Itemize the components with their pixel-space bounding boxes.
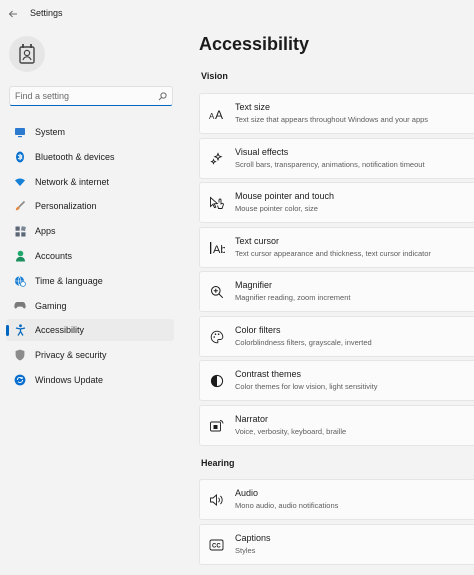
text-cursor-icon: Ab (209, 241, 225, 255)
settings-card-narrator[interactable]: Narrator Voice, verbosity, keyboard, bra… (199, 405, 474, 446)
window-title: Settings (30, 8, 63, 18)
title-bar: Settings (0, 0, 474, 28)
captions-icon: CC (209, 538, 225, 552)
settings-card-visual-effects[interactable]: Visual effects Scroll bars, transparency… (199, 138, 474, 179)
sidebar-item-label: System (35, 127, 66, 137)
sidebar-item-label: Accessibility (35, 325, 85, 336)
brush-icon (14, 200, 26, 212)
contrast-icon (209, 374, 225, 388)
apps-icon (14, 225, 26, 237)
magnifier-icon (209, 285, 225, 299)
card-title: Captions (235, 533, 271, 543)
sidebar-item-personalization[interactable]: Personalization (6, 195, 174, 217)
bluetooth-icon (14, 151, 26, 163)
back-arrow-icon (8, 10, 17, 18)
card-title: Mouse pointer and touch (235, 191, 335, 201)
update-icon (14, 374, 26, 386)
sidebar-item-label: Accounts (35, 250, 73, 261)
narrator-icon (209, 419, 225, 433)
svg-text:CC: CC (212, 544, 221, 550)
text-size-icon: AA (209, 107, 225, 121)
wifi-icon (14, 176, 26, 188)
search-box[interactable] (9, 86, 173, 106)
page-title: Accessibility (199, 34, 310, 54)
card-title: Audio (235, 488, 259, 498)
accessibility-icon (14, 324, 26, 337)
card-description: Magnifier reading, zoom increment (235, 293, 351, 302)
sidebar-item-label: Windows Update (35, 374, 104, 385)
settings-card-captions[interactable]: CC Captions Styles (199, 524, 474, 565)
palette-icon (209, 330, 225, 344)
sidebar-item-label: Bluetooth & devices (35, 151, 115, 162)
sidebar-item-accounts[interactable]: Accounts (6, 245, 174, 267)
sidebar-item-label: Network & internet (35, 176, 110, 187)
monitor-icon (14, 126, 26, 138)
section-header-hearing: Hearing (201, 458, 235, 468)
settings-card-mouse-pointer[interactable]: Mouse pointer and touch Mouse pointer co… (199, 182, 474, 223)
sidebar-item-bluetooth[interactable]: Bluetooth & devices (6, 146, 174, 168)
sidebar-item-label: Time & language (35, 275, 103, 286)
sparkle-icon (209, 152, 225, 166)
card-title: Text size (235, 102, 271, 112)
search-input[interactable] (15, 91, 157, 101)
sidebar-item-windows-update[interactable]: Windows Update (6, 369, 174, 391)
card-description: Mouse pointer color, size (235, 204, 318, 213)
sidebar-item-label: Privacy & security (35, 350, 107, 361)
sidebar-item-time-language[interactable]: Time & language (6, 270, 174, 292)
svg-text:A: A (215, 108, 223, 120)
sidebar-item-privacy[interactable]: Privacy & security (6, 344, 174, 366)
settings-card-text-cursor[interactable]: Ab Text cursor Text cursor appearance an… (199, 227, 474, 268)
sidebar-item-gaming[interactable]: Gaming (6, 295, 174, 317)
card-description: Scroll bars, transparency, animations, n… (235, 160, 425, 169)
settings-card-text-size[interactable]: AA Text size Text size that appears thro… (199, 93, 474, 134)
sidebar-item-apps[interactable]: Apps (6, 220, 174, 242)
avatar[interactable] (9, 36, 45, 72)
globe-clock-icon (14, 275, 26, 287)
card-title: Visual effects (235, 147, 289, 157)
shield-icon (14, 349, 26, 361)
card-description: Text size that appears throughout Window… (235, 115, 429, 124)
sidebar-nav: System Bluetooth & devices Network & int… (6, 121, 174, 394)
card-title: Contrast themes (235, 369, 302, 379)
settings-card-contrast-themes[interactable]: Contrast themes Color themes for low vis… (199, 360, 474, 401)
card-description: Mono audio, audio notifications (235, 501, 339, 510)
search-icon[interactable] (157, 91, 167, 101)
card-title: Magnifier (235, 280, 273, 290)
card-description: Color themes for low vision, light sensi… (235, 382, 378, 391)
card-description: Text cursor appearance and thickness, te… (235, 249, 431, 258)
sidebar-item-label: Apps (35, 226, 56, 237)
back-button[interactable] (6, 7, 20, 21)
settings-card-magnifier[interactable]: Magnifier Magnifier reading, zoom increm… (199, 271, 474, 312)
sidebar-item-label: Personalization (35, 201, 97, 212)
sidebar-item-system[interactable]: System (6, 121, 174, 143)
settings-card-color-filters[interactable]: Color filters Colorblindness filters, gr… (199, 316, 474, 357)
svg-text:Ab: Ab (213, 244, 225, 255)
person-icon (14, 250, 26, 262)
card-description: Voice, verbosity, keyboard, braille (235, 427, 347, 436)
section-header-vision: Vision (201, 71, 228, 81)
card-title: Text cursor (235, 236, 280, 246)
speaker-icon (209, 493, 225, 507)
pointer-icon (209, 196, 225, 210)
settings-card-audio[interactable]: Audio Mono audio, audio notifications (199, 479, 474, 520)
card-title: Narrator (235, 414, 269, 424)
card-description: Colorblindness filters, grayscale, inver… (235, 338, 372, 347)
card-description: Styles (235, 546, 256, 555)
badge-person-icon (19, 44, 35, 64)
card-title: Color filters (235, 325, 281, 335)
sidebar-item-label: Gaming (35, 300, 67, 311)
sidebar-item-accessibility[interactable]: Accessibility (6, 319, 174, 342)
sidebar-item-network[interactable]: Network & internet (6, 171, 174, 193)
gamepad-icon (14, 300, 26, 312)
